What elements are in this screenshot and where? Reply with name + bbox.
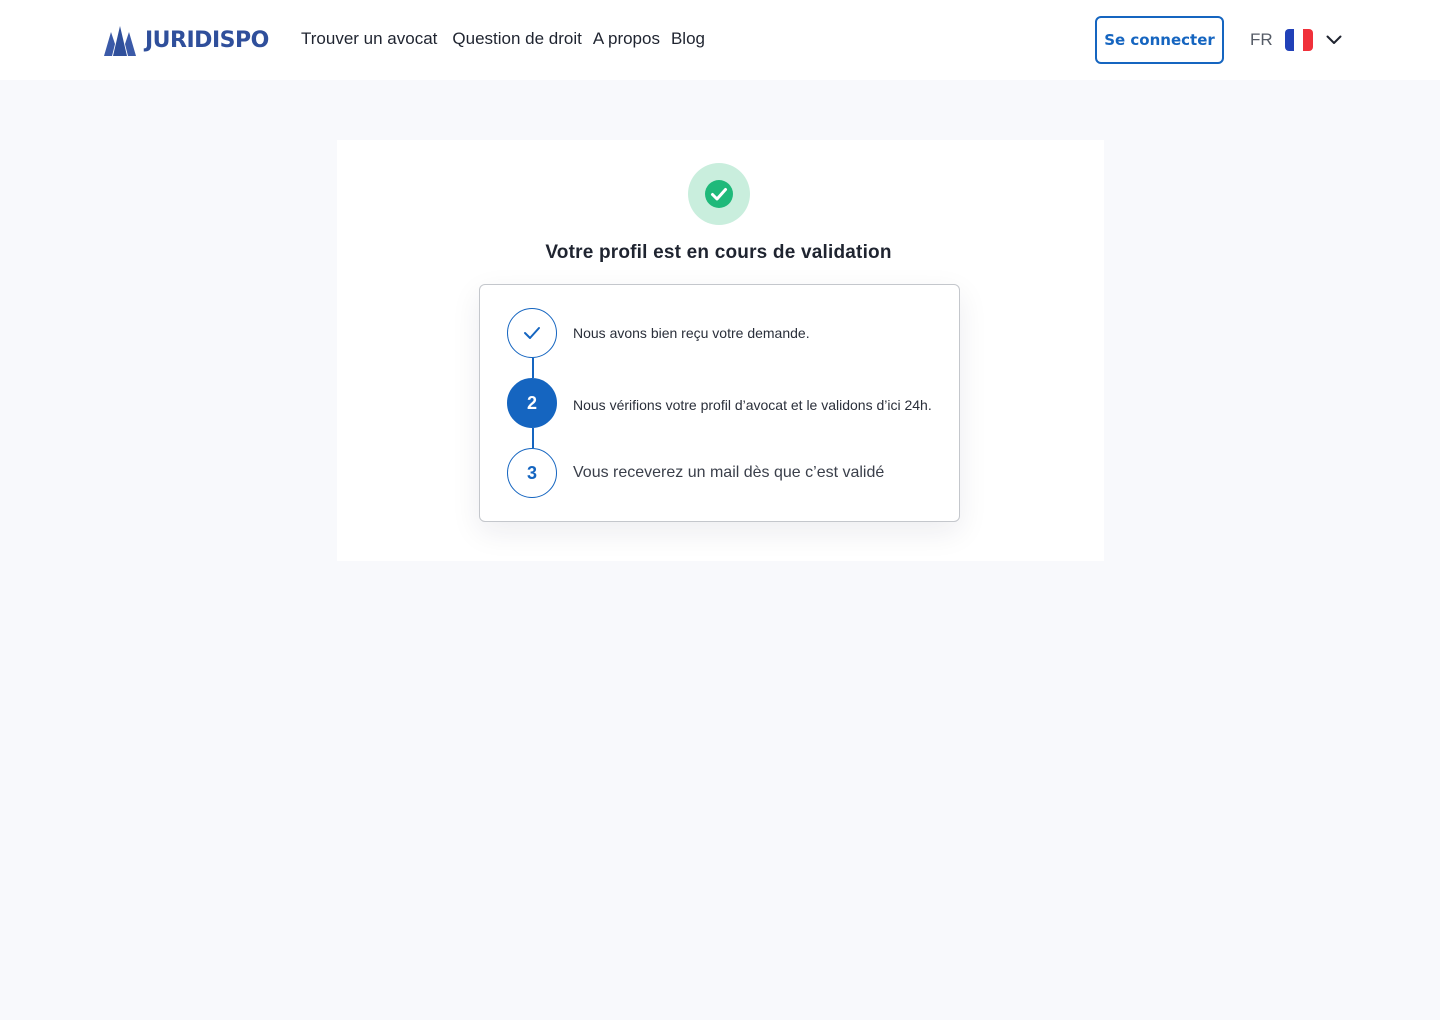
success-badge [688, 163, 750, 225]
nav-find-lawyer[interactable]: Trouver un avocat [301, 29, 437, 49]
step-1-marker [507, 308, 557, 358]
page-title: Votre profil est en cours de validation [545, 242, 892, 263]
nav-blog[interactable]: Blog [671, 29, 705, 49]
chevron-down-icon [1326, 35, 1342, 44]
nav-about[interactable]: A propos [593, 29, 660, 49]
logo-text: JURIDISPO [145, 27, 269, 53]
top-header: JURIDISPO Trouver un avocat Question de … [0, 0, 1440, 80]
language-selector[interactable]: FR [1250, 26, 1342, 54]
step-connector [532, 358, 534, 378]
step-2-marker: 2 [507, 378, 557, 428]
logo[interactable]: JURIDISPO [104, 23, 269, 57]
france-flag-icon [1284, 29, 1313, 51]
step-connector [532, 428, 534, 448]
step-1-text: Nous avons bien reçu votre demande. [573, 325, 810, 341]
language-code: FR [1250, 30, 1273, 49]
validation-card: Votre profil est en cours de validation … [337, 140, 1104, 561]
check-circle-icon [705, 180, 733, 208]
nav-legal-question[interactable]: Question de droit [452, 29, 581, 49]
step-2-text: Nous vérifions votre profil d’avocat et … [573, 397, 932, 413]
login-button[interactable]: Se connecter [1095, 16, 1224, 64]
main-nav: Trouver un avocat Question de droit A pr… [301, 29, 705, 49]
logo-icon [104, 26, 136, 56]
step-3-text: Vous receverez un mail dès que c’est val… [573, 464, 885, 481]
check-icon [524, 327, 540, 339]
validation-steps: Nous avons bien reçu votre demande. 2 No… [479, 284, 960, 522]
step-3-marker: 3 [507, 448, 557, 498]
